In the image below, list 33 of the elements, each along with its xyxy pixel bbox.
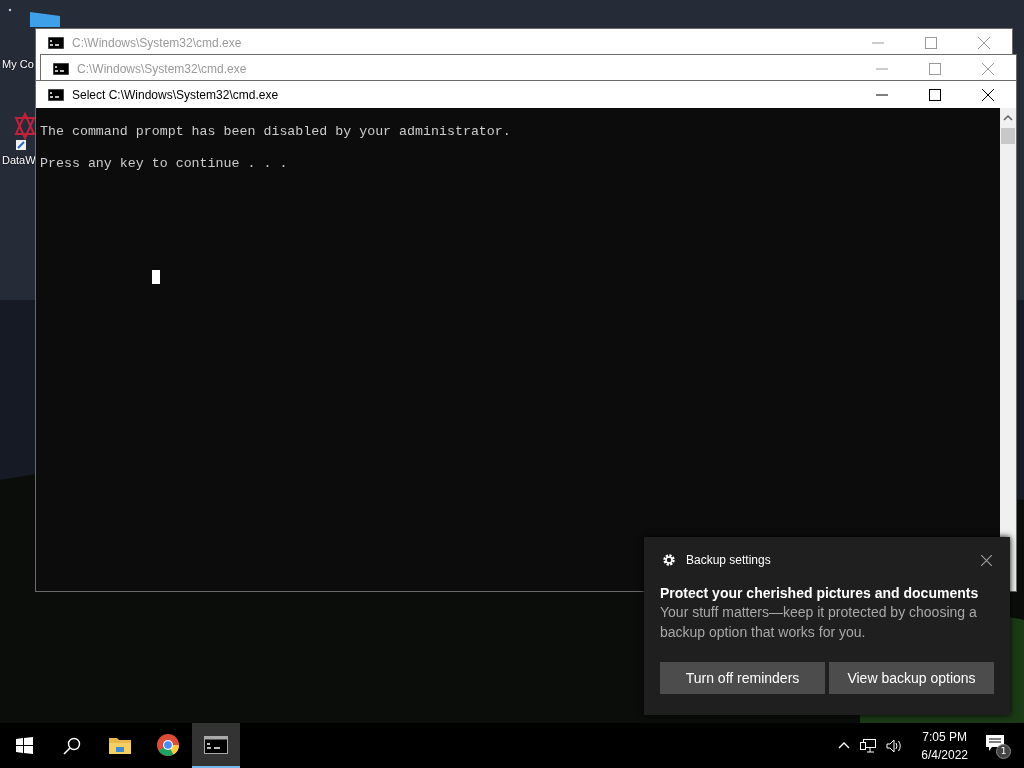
settings-icon (662, 553, 676, 567)
volume-icon[interactable] (886, 738, 904, 753)
chevron-up-icon[interactable] (838, 742, 851, 749)
network-icon[interactable] (860, 738, 877, 753)
search-icon[interactable] (63, 736, 81, 755)
icon-label: My Co (2, 58, 34, 70)
notification-body: Your stuff matters—keep it protected by choosing a backup option that works for you. (660, 603, 978, 642)
clock-time[interactable]: 7:05 PM (922, 727, 967, 746)
window-title: Select C:\Windows\System32\cmd.exe (72, 87, 279, 102)
scroll-thumb[interactable] (1001, 128, 1015, 144)
notification-heading: Protect your cherished pictures and documents (660, 585, 980, 601)
terminal-icon[interactable] (204, 735, 228, 754)
console-text: The command prompt has been disabled by your administrator. (40, 124, 512, 140)
scroll-up-icon[interactable] (1003, 114, 1013, 122)
folder-icon[interactable] (109, 735, 131, 754)
chrome-icon[interactable] (157, 733, 179, 756)
close-icon[interactable] (982, 88, 994, 101)
console-text: Press any key to continue . . . (40, 156, 289, 172)
maximize-icon[interactable] (929, 88, 941, 101)
notification-button[interactable]: View backup options (829, 662, 994, 694)
clock-date[interactable]: 6/4/2022 (921, 745, 968, 764)
start-icon[interactable] (15, 737, 33, 754)
text-cursor (152, 270, 160, 284)
notification-source: Backup settings (686, 553, 771, 567)
icon-label: DataW (2, 154, 36, 166)
app-icon[interactable] (14, 112, 36, 152)
terminal-icon (53, 62, 69, 75)
window-title: C:\Windows\System32\cmd.exe (77, 61, 247, 76)
window-title: C:\Windows\System32\cmd.exe (72, 35, 242, 50)
terminal-icon (48, 88, 64, 101)
notification-button[interactable]: Turn off reminders (660, 662, 825, 694)
close-icon[interactable] (981, 554, 992, 566)
terminal-icon (48, 36, 64, 49)
